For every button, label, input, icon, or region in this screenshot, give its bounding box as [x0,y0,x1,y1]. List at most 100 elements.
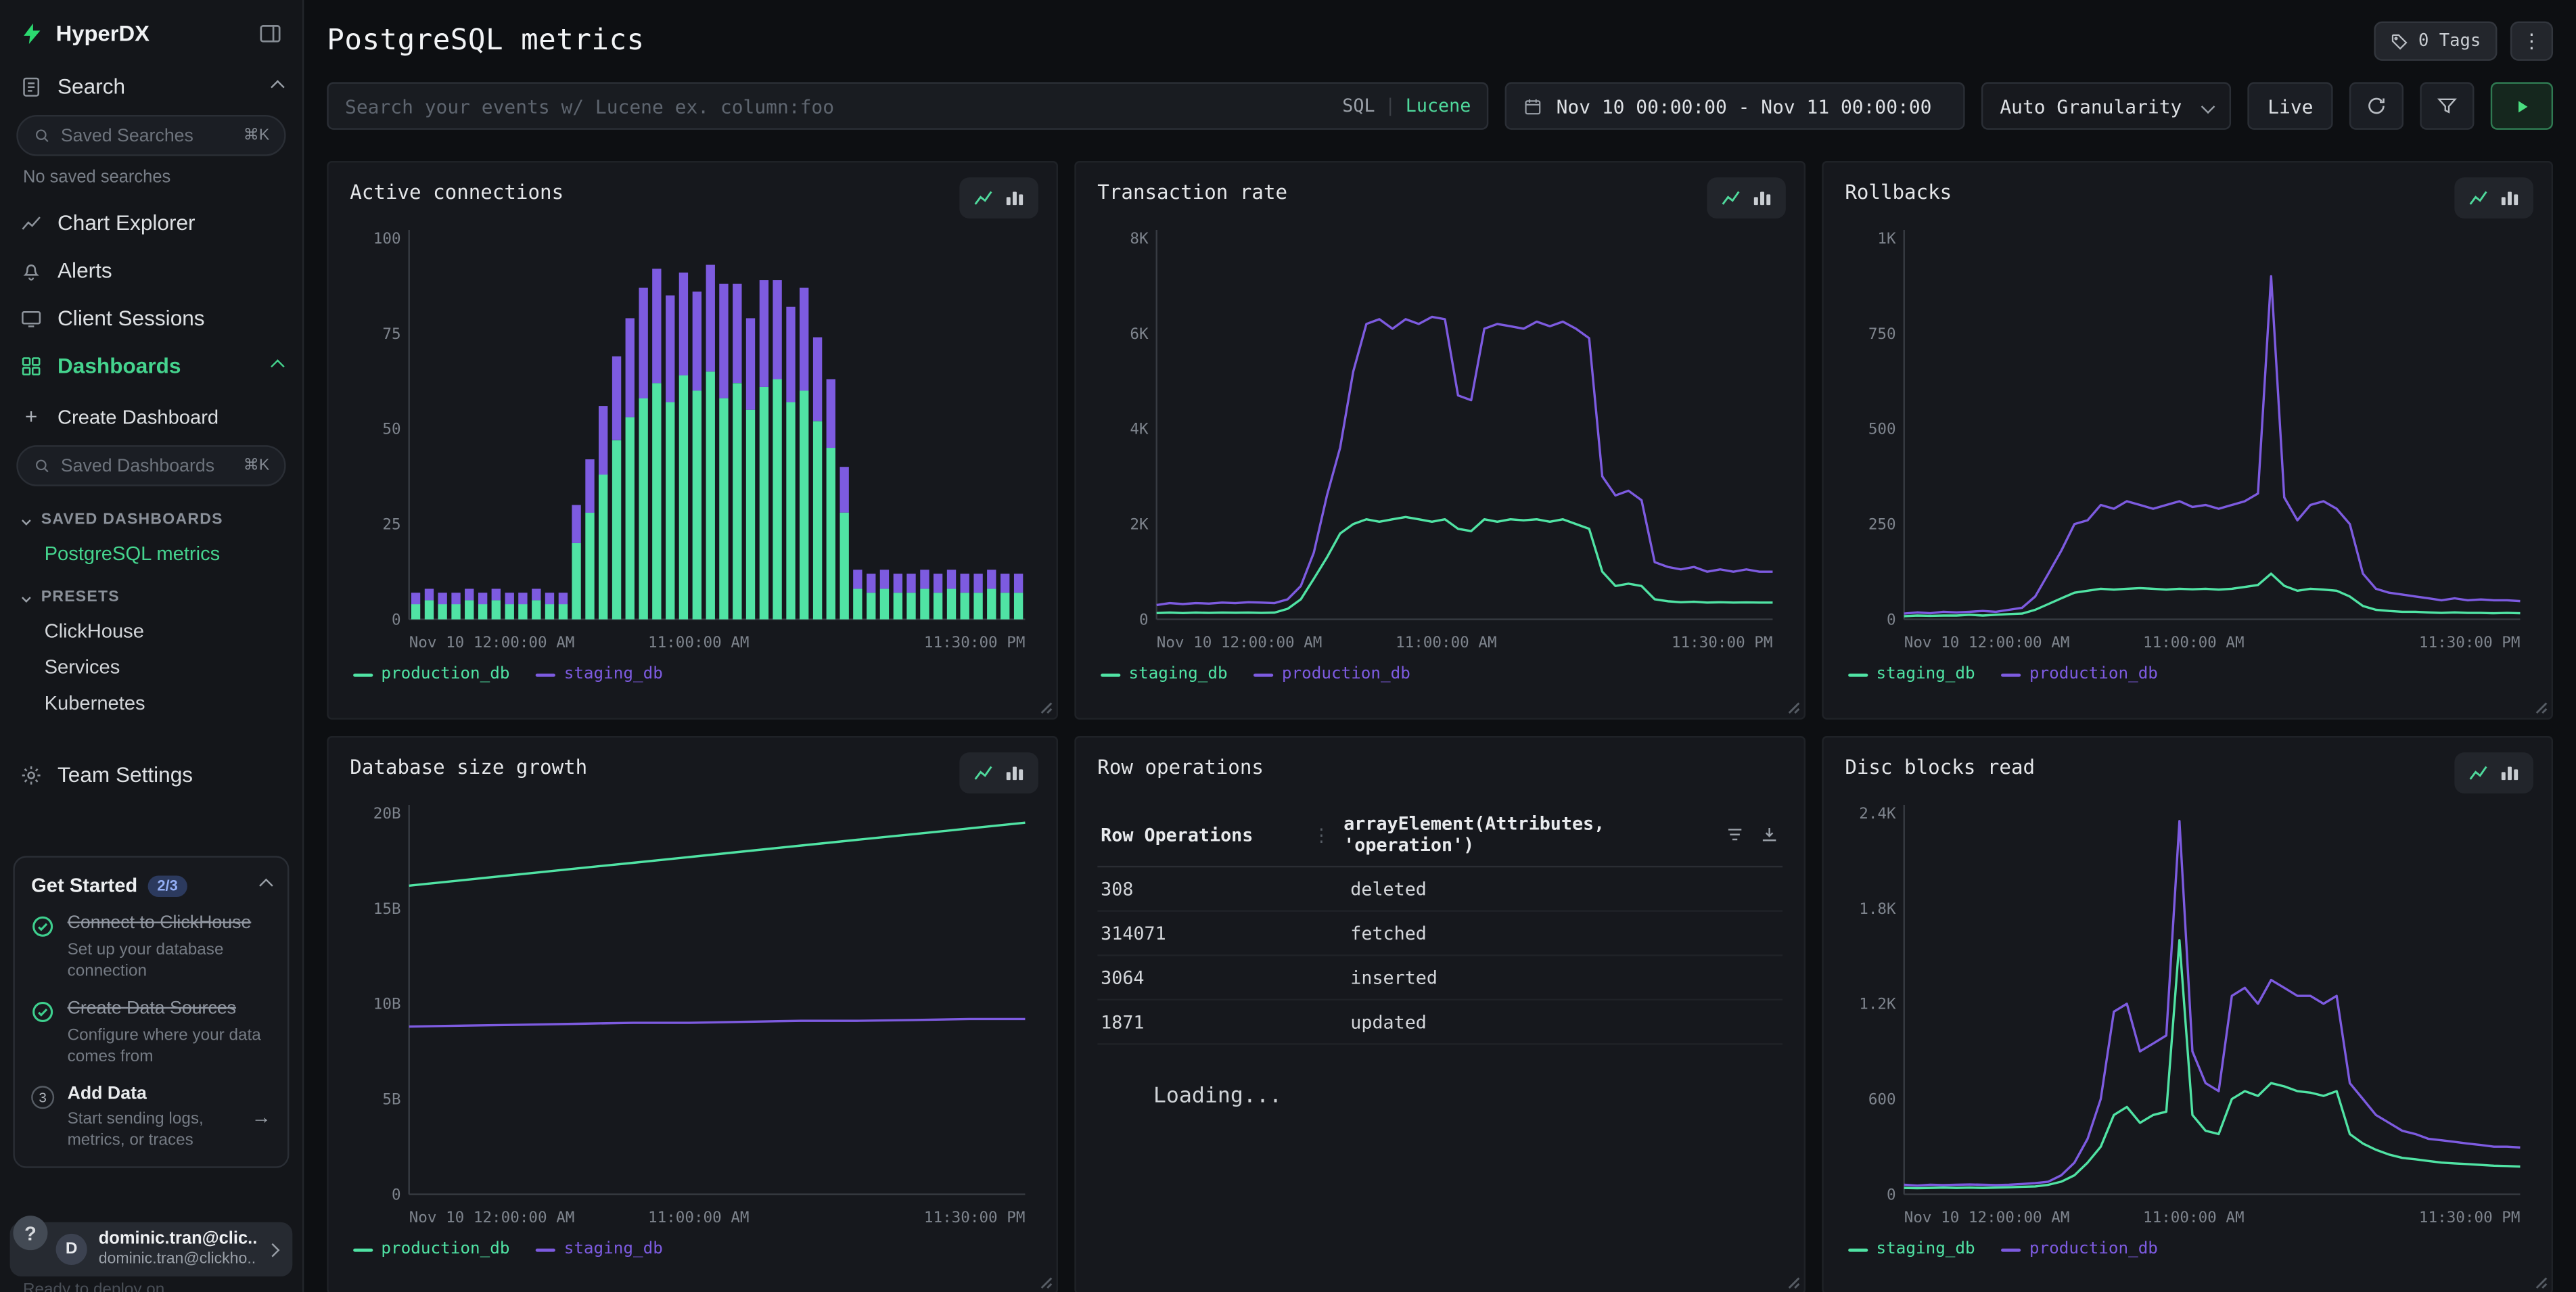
table-row[interactable]: 308deleted [1097,867,1782,912]
get-started-item-connect[interactable]: Connect to ClickHouse Set up your databa… [31,913,271,982]
resize-handle-icon[interactable] [2533,1275,2548,1290]
column-header-count[interactable]: Row Operations [1101,824,1312,846]
sql-toggle[interactable]: SQL [1342,95,1375,117]
table-row[interactable]: 3064 inserted [1097,956,1782,1000]
sidebar-item-alerts[interactable]: Alerts [0,246,302,294]
filter-list-icon[interactable] [1725,825,1745,844]
line-chart-icon[interactable] [1720,187,1742,209]
bar-chart-icon[interactable] [1751,187,1773,209]
preset-link-services[interactable]: Services [0,649,302,685]
get-started-card: Get Started 2/3 Connect to ClickHouse Se… [13,856,289,1168]
resize-handle-icon[interactable] [2533,700,2548,715]
granularity-select[interactable]: Auto Granularity [1982,82,2232,129]
legend-item-production_db[interactable]: production_db [2002,666,2158,684]
saved-searches-input[interactable]: Saved Searches ⌘K [16,115,285,156]
sidebar-item-dashboards[interactable]: Dashboards [0,342,302,389]
bar-chart-icon[interactable] [1004,187,1026,209]
help-button[interactable]: ? [13,1216,47,1250]
bar-chart-icon[interactable] [1004,762,1026,784]
cell-operation: inserted [1350,967,1438,988]
bar-chart-icon[interactable] [2499,762,2521,784]
legend-item-staging_db[interactable]: staging_db [1848,666,1975,684]
line-chart-icon[interactable] [2468,187,2489,209]
cell-count: 3064 [1101,967,1324,988]
step-number-badge: 3 [31,1085,54,1108]
get-started-item-sources[interactable]: Create Data Sources Configure where your… [31,998,271,1067]
resize-handle-icon[interactable] [1786,700,1801,715]
bar-chart-icon[interactable] [2499,187,2521,209]
chart-area: 05B10B15B20BNov 10 12:00:00 AM11:00:00 A… [350,797,1035,1234]
legend-item-production_db[interactable]: production_db [353,1241,509,1259]
download-icon[interactable] [1760,825,1779,844]
presets-section-header[interactable]: PRESETS [0,572,302,613]
column-header-operation[interactable]: arrayElement(Attributes, 'operation') [1343,813,1725,856]
resize-handle-icon[interactable] [1786,1275,1801,1290]
chevron-down-icon [2201,99,2215,113]
svg-text:2.4K: 2.4K [1859,805,1896,823]
saved-dashboards-placeholder: Saved Dashboards [61,456,214,476]
refresh-button[interactable] [2349,82,2404,129]
svg-text:0: 0 [392,1186,401,1203]
table-row[interactable]: 1871updated [1097,1000,1782,1045]
table-row[interactable]: 314071fetched [1097,912,1782,956]
event-search-input[interactable]: Search your events w/ Lucene ex. column:… [327,82,1489,129]
dashboard-link-postgresql-metrics[interactable]: PostgreSQL metrics [0,536,302,572]
query-language-toggle[interactable]: SQL|Lucene [1342,95,1471,117]
live-button[interactable]: Live [2248,82,2333,129]
resize-handle-icon[interactable] [1038,700,1053,715]
legend-item-staging_db[interactable]: staging_db [1101,666,1228,684]
search-section-icon [20,75,43,98]
sidebar-item-client-sessions[interactable]: Client Sessions [0,294,302,342]
svg-text:1K: 1K [1877,230,1896,248]
line-chart-icon[interactable] [2468,762,2489,784]
chart-area: 02505007501KNov 10 12:00:00 AM11:00:00 A… [1845,222,2530,659]
legend-item-production_db[interactable]: production_db [353,666,509,684]
saved-dashboards-input[interactable]: Saved Dashboards ⌘K [16,445,285,486]
svg-text:11:00:00 AM: 11:00:00 AM [648,634,750,651]
sidebar-item-search[interactable]: Search [0,62,302,110]
chevron-right-icon [266,1243,280,1257]
line-chart-icon[interactable] [973,187,994,209]
hyperdx-logo-icon [20,22,44,46]
chart-type-toggle [2454,752,2533,793]
chevron-down-icon [22,515,31,525]
create-dashboard-button[interactable]: + Create Dashboard [0,390,302,440]
resize-handle-icon[interactable] [1038,1275,1053,1290]
tag-icon [2391,32,2409,50]
granularity-value: Auto Granularity [2000,95,2182,118]
get-started-title: Get Started [31,874,137,897]
legend-item-staging_db[interactable]: staging_db [536,666,663,684]
preset-link-kubernetes[interactable]: Kubernetes [0,685,302,721]
get-started-item-add-data[interactable]: 3 Add Data Start sending logs, metrics, … [31,1084,271,1152]
sidebar-item-chart-explorer[interactable]: Chart Explorer [0,199,302,246]
sidebar-item-label: Client Sessions [58,306,205,330]
svg-text:11:30:00 PM: 11:30:00 PM [924,1209,1026,1226]
more-options-button[interactable]: ⋮ [2510,22,2553,61]
user-menu[interactable]: D dominic.tran@clic... dominic.tran@clic… [10,1222,293,1276]
run-query-button[interactable] [2491,82,2553,129]
main-content: PostgreSQL metrics 0 Tags ⋮ Search your … [304,0,2576,1292]
cell-count: 308 [1101,878,1324,900]
legend-item-staging_db[interactable]: staging_db [536,1241,663,1259]
saved-dashboards-section-header[interactable]: SAVED DASHBOARDS [0,494,302,536]
tags-button[interactable]: 0 Tags [2374,22,2497,61]
line-chart-icon[interactable] [973,762,994,784]
sidebar-item-team-settings[interactable]: Team Settings [0,751,302,798]
collapse-sidebar-icon[interactable] [258,22,282,46]
legend-item-production_db[interactable]: production_db [2002,1241,2158,1259]
legend-item-production_db[interactable]: production_db [1254,666,1410,684]
panel-title: Row operations [1097,756,1782,779]
preset-link-clickhouse[interactable]: ClickHouse [0,613,302,649]
monitor-icon [20,306,43,329]
svg-text:50: 50 [382,421,400,438]
date-range-input[interactable]: Nov 10 00:00:00 - Nov 11 00:00:00 [1505,82,1965,129]
lucene-toggle[interactable]: Lucene [1406,95,1471,117]
filter-button[interactable] [2420,82,2474,129]
svg-text:11:00:00 AM: 11:00:00 AM [2143,634,2245,651]
play-icon [2512,96,2531,116]
loading-text: Loading... [1153,1084,1782,1109]
panel-title: Disc blocks read [1845,756,2530,779]
get-started-header[interactable]: Get Started 2/3 [31,874,271,897]
legend-item-staging_db[interactable]: staging_db [1848,1241,1975,1259]
search-placeholder: Search your events w/ Lucene ex. column:… [345,95,1342,118]
